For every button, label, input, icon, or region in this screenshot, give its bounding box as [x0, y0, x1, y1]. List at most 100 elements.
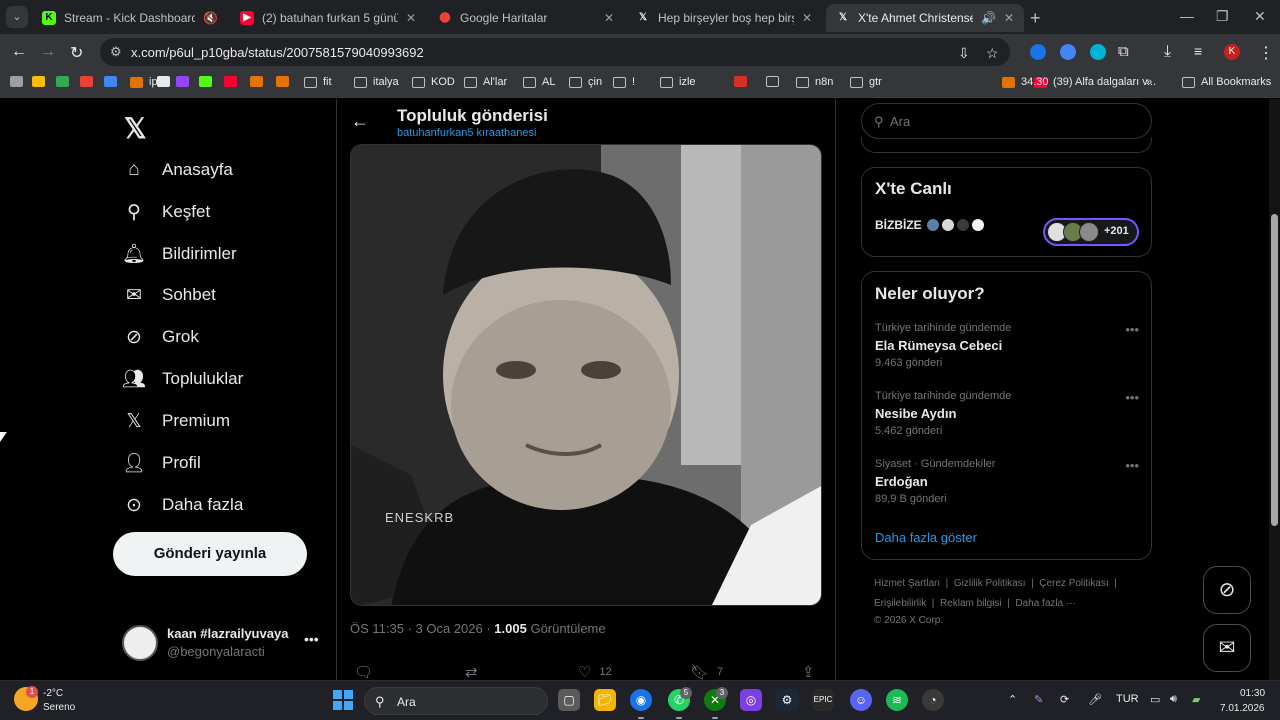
- footer-link[interactable]: Çerez Politikası: [1039, 578, 1108, 589]
- back-arrow-icon[interactable]: ←: [351, 111, 369, 132]
- scrollbar-thumb[interactable]: [1271, 214, 1278, 526]
- live-space-title[interactable]: BİZBİZE: [875, 218, 984, 232]
- bookmark-button[interactable]: 🔖︎ 7: [690, 663, 723, 680]
- task-view-icon[interactable]: ▢: [558, 689, 580, 711]
- bookmark-photos[interactable]: [32, 76, 51, 87]
- profile-avatar[interactable]: K: [1224, 44, 1240, 60]
- app-icon[interactable]: ◔: [922, 689, 944, 711]
- weather-temperature[interactable]: -2°C: [43, 688, 63, 699]
- restore-button[interactable]: ❐: [1216, 8, 1229, 25]
- file-explorer-icon[interactable]: 📁︎: [594, 689, 616, 711]
- extension-icon[interactable]: [1060, 44, 1076, 60]
- windows-start-icon[interactable]: [333, 690, 353, 710]
- tab-youtube[interactable]: ▶ (2) batuhan furkan 5 günün nasıl ✕: [230, 4, 426, 32]
- discord-icon[interactable]: ☺: [850, 689, 872, 711]
- bookmark-site[interactable]: 34.30: [1002, 76, 1049, 88]
- taskbar-search[interactable]: ⚲ Ara: [364, 687, 548, 715]
- tab-x-post[interactable]: 𝕏 Hep birşeyler boş hep birşeyler ✕: [626, 4, 822, 32]
- clock-date[interactable]: 7.01.2026: [1220, 703, 1265, 714]
- sidebar-item-home[interactable]: ⌂ Anasayfa: [122, 155, 233, 185]
- bookmark-folder[interactable]: [766, 76, 785, 87]
- bookmark-twitch[interactable]: [176, 76, 195, 87]
- footer-link[interactable]: Daha fazla ···: [1015, 598, 1076, 609]
- bookmark-x[interactable]: [157, 76, 176, 87]
- sidebar-item-more[interactable]: ⊙ Daha fazla: [122, 490, 243, 520]
- sidebar-item-profile[interactable]: 👤︎ Profil: [122, 448, 201, 478]
- account-switcher[interactable]: kaan #lazrailyuvaya @begonyalaracti •••: [122, 625, 322, 665]
- back-button[interactable]: ←: [11, 43, 27, 61]
- weather-condition[interactable]: Sereno: [43, 702, 75, 713]
- bookmark-site[interactable]: [250, 76, 269, 87]
- tray-sync-icon[interactable]: ⟳: [1060, 693, 1069, 706]
- share-button[interactable]: ⇪: [802, 663, 815, 680]
- tray-overflow-icon[interactable]: ⌃: [1008, 693, 1017, 706]
- bookmark-folder[interactable]: çin: [569, 76, 602, 88]
- new-tab-button[interactable]: +: [1030, 8, 1041, 29]
- extensions-puzzle-icon[interactable]: ⧉: [1118, 43, 1129, 60]
- close-window-button[interactable]: ✕: [1254, 8, 1266, 25]
- downloads-icon[interactable]: ⤓: [1164, 43, 1171, 61]
- page-scrollbar[interactable]: [1269, 99, 1280, 680]
- footer-link[interactable]: Hizmet Şartları: [874, 578, 940, 589]
- bookmark-star-icon[interactable]: ☆: [986, 45, 999, 62]
- bookmark-site[interactable]: [276, 76, 295, 87]
- speaker-icon[interactable]: 🔊: [981, 11, 996, 25]
- bookmark-folder[interactable]: AL: [523, 76, 555, 88]
- tab-google-maps[interactable]: ⬤ Google Haritalar ✕: [428, 4, 624, 32]
- reload-button[interactable]: ↻: [70, 43, 83, 63]
- sidebar-item-notifications[interactable]: 🔔︎ Bildirimler: [122, 239, 237, 269]
- install-app-icon[interactable]: ⇩: [958, 45, 970, 62]
- mute-icon[interactable]: 🔇: [203, 11, 218, 25]
- search-input[interactable]: ⚲ Ara: [861, 103, 1152, 139]
- clock-time[interactable]: 01:30: [1240, 688, 1265, 699]
- x-logo-icon[interactable]: 𝕏: [124, 112, 147, 145]
- close-icon[interactable]: ✕: [1004, 11, 1014, 25]
- bookmark-gmail[interactable]: [80, 76, 99, 87]
- live-listeners-pill[interactable]: +201: [1043, 218, 1139, 246]
- bookmark-maps[interactable]: [56, 76, 75, 87]
- bookmark-folder[interactable]: KOD: [412, 76, 455, 88]
- bookmark-apps[interactable]: [10, 76, 29, 87]
- bookmark-folder[interactable]: n8n: [796, 76, 833, 88]
- app-icon[interactable]: ◎: [740, 689, 762, 711]
- post-image[interactable]: ENESKRB: [350, 144, 822, 606]
- post-timestamp[interactable]: ÖS 11:35 · 3 Oca 2026 ·: [350, 621, 494, 636]
- reply-button[interactable]: 🗨︎: [354, 663, 381, 680]
- tray-app-icon[interactable]: ✎: [1034, 693, 1043, 706]
- bookmark-kick[interactable]: [199, 76, 218, 87]
- bookmark-youtube[interactable]: [224, 76, 243, 87]
- bookmark-youtube[interactable]: (39) Alfa dalgaları v...: [1034, 76, 1156, 88]
- chrome-icon[interactable]: ◉: [630, 689, 652, 719]
- network-icon[interactable]: ▭: [1150, 693, 1160, 706]
- bookmark-translate[interactable]: [104, 76, 123, 87]
- trend-item[interactable]: Siyaset · Gündemdekiler Erdoğan 89,9 B g…: [875, 458, 1139, 505]
- grok-fab-button[interactable]: ⊘: [1203, 566, 1251, 614]
- tab-kick-dashboard[interactable]: K Stream - Kick Dashboard 🔇: [32, 4, 228, 32]
- epic-games-icon[interactable]: EPIC: [812, 689, 834, 711]
- more-dots-icon[interactable]: •••: [1125, 390, 1139, 405]
- repost-button[interactable]: ⇄: [465, 663, 486, 680]
- minimize-button[interactable]: —: [1180, 8, 1194, 24]
- sidebar-item-chat[interactable]: ✉ Sohbet: [122, 280, 216, 310]
- close-icon[interactable]: ✕: [604, 11, 614, 25]
- sidebar-item-explore[interactable]: ⚲ Keşfet: [122, 197, 210, 227]
- bookmark-folder[interactable]: izle: [660, 76, 696, 88]
- battery-icon[interactable]: ▰: [1192, 693, 1200, 706]
- all-bookmarks-button[interactable]: All Bookmarks: [1182, 76, 1271, 88]
- media-control-icon[interactable]: ≡: [1194, 43, 1202, 59]
- bookmark-folder[interactable]: Al'lar: [464, 76, 507, 88]
- address-bar[interactable]: ⚙ x.com/p6ul_p10gba/status/2007581579040…: [100, 38, 1010, 66]
- tab-search-button[interactable]: ⌄: [6, 6, 28, 28]
- tab-x-active[interactable]: 𝕏 X'te Ahmet Christensen: "Ba 🔊 ✕: [826, 4, 1024, 32]
- sidebar-item-grok[interactable]: ⊘ Grok: [122, 322, 199, 352]
- footer-link[interactable]: Erişilebilirlik: [874, 598, 926, 609]
- footer-link[interactable]: Gizlilik Politikası: [954, 578, 1026, 589]
- steam-icon[interactable]: ⚙: [776, 689, 798, 711]
- like-button[interactable]: ♡ 12: [578, 663, 612, 680]
- spotify-icon[interactable]: ≋: [886, 689, 908, 711]
- sidebar-item-premium[interactable]: 𝕏 Premium: [122, 406, 230, 436]
- forward-button[interactable]: →: [40, 43, 56, 61]
- microphone-icon[interactable]: 🎤︎: [1088, 693, 1102, 706]
- sidebar-item-communities[interactable]: 👥︎ Topluluklar: [122, 364, 243, 394]
- close-icon[interactable]: ✕: [802, 11, 812, 25]
